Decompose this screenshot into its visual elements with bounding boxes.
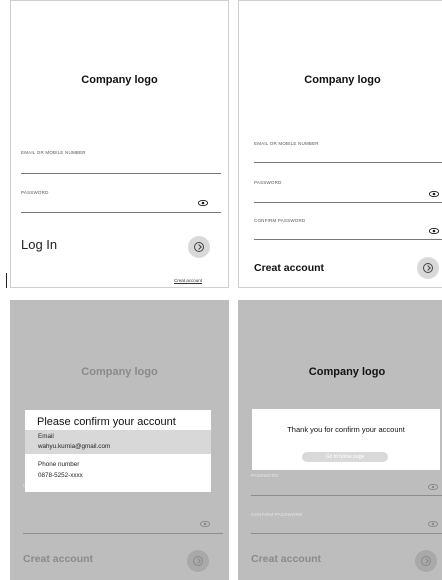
- eye-icon: [428, 484, 438, 490]
- creat-account-button-label: Creat account: [23, 553, 94, 565]
- creat-account-submit-button: [415, 550, 437, 572]
- eye-icon: [200, 521, 210, 527]
- arrow-right-circle-icon: [194, 242, 204, 252]
- phone-option[interactable]: Phone number 0878-5252-xxxx: [25, 457, 211, 481]
- login-screen: Company logo EMAIL OR MOBILE NUMBER PASS…: [10, 0, 229, 288]
- company-logo: Company logo: [308, 366, 386, 378]
- password-field[interactable]: [21, 212, 221, 213]
- go-home-button[interactable]: Go to home page: [302, 452, 388, 462]
- company-logo: Company logo: [81, 74, 158, 86]
- company-logo: Company logo: [81, 366, 158, 378]
- email-option[interactable]: Email wahyu.kurnia@gmail.com: [25, 430, 211, 454]
- email-label: EMAIL OR MOBILE NUMBER: [21, 150, 86, 155]
- password-field: [251, 495, 442, 496]
- thank-you-screen: Company logo PASSWORD CONFIRM PASSWORD C…: [238, 300, 442, 580]
- register-screen: Company logo EMAIL OR MOBILE NUMBER PASS…: [238, 0, 442, 288]
- creat-account-submit-button[interactable]: [417, 257, 439, 279]
- divider-mark: [6, 273, 7, 288]
- confirm-password-label: CONFIRM PASSWORD: [254, 218, 306, 223]
- confirm-account-screen: Company logo CONFIRM PASSWORD Creat acco…: [10, 300, 229, 580]
- thank-you-message: Thank you for confirm your account: [287, 425, 405, 434]
- password-label: PASSWORD: [254, 180, 282, 185]
- login-button-label[interactable]: Log In: [21, 237, 57, 252]
- eye-icon[interactable]: [198, 200, 208, 206]
- confirm-password-field[interactable]: [254, 239, 442, 240]
- eye-icon[interactable]: [429, 228, 439, 234]
- email-label: EMAIL OR MOBILE NUMBER: [254, 141, 319, 146]
- phone-heading: Phone number: [38, 461, 80, 468]
- creat-account-link[interactable]: Creat account: [174, 278, 202, 283]
- confirm-password-field: [23, 533, 223, 534]
- email-field[interactable]: [254, 162, 442, 163]
- email-heading: Email: [38, 433, 54, 440]
- password-field[interactable]: [254, 202, 442, 203]
- email-value: wahyu.kurnia@gmail.com: [38, 443, 111, 450]
- thank-you-modal: Thank you for confirm your account Go to…: [252, 409, 440, 470]
- arrow-right-circle-icon: [193, 556, 203, 566]
- creat-account-button-label: Creat account: [251, 553, 322, 565]
- email-field[interactable]: [21, 173, 221, 174]
- confirm-account-modal: Please confirm your account Email wahyu.…: [25, 410, 211, 492]
- modal-title: Please confirm your account: [37, 416, 176, 428]
- company-logo: Company logo: [304, 74, 381, 86]
- login-submit-button[interactable]: [188, 236, 210, 258]
- arrow-right-circle-icon: [421, 556, 431, 566]
- arrow-right-circle-icon: [423, 263, 433, 273]
- creat-account-button-label[interactable]: Creat account: [254, 262, 324, 274]
- eye-icon[interactable]: [429, 191, 439, 197]
- creat-account-submit-button: [187, 550, 209, 572]
- confirm-password-field: [251, 533, 442, 534]
- password-label: PASSWORD: [251, 473, 279, 478]
- password-label: PASSWORD: [21, 190, 49, 195]
- eye-icon: [428, 521, 438, 527]
- phone-value: 0878-5252-xxxx: [38, 472, 83, 479]
- confirm-password-label: CONFIRM PASSWORD: [251, 512, 303, 517]
